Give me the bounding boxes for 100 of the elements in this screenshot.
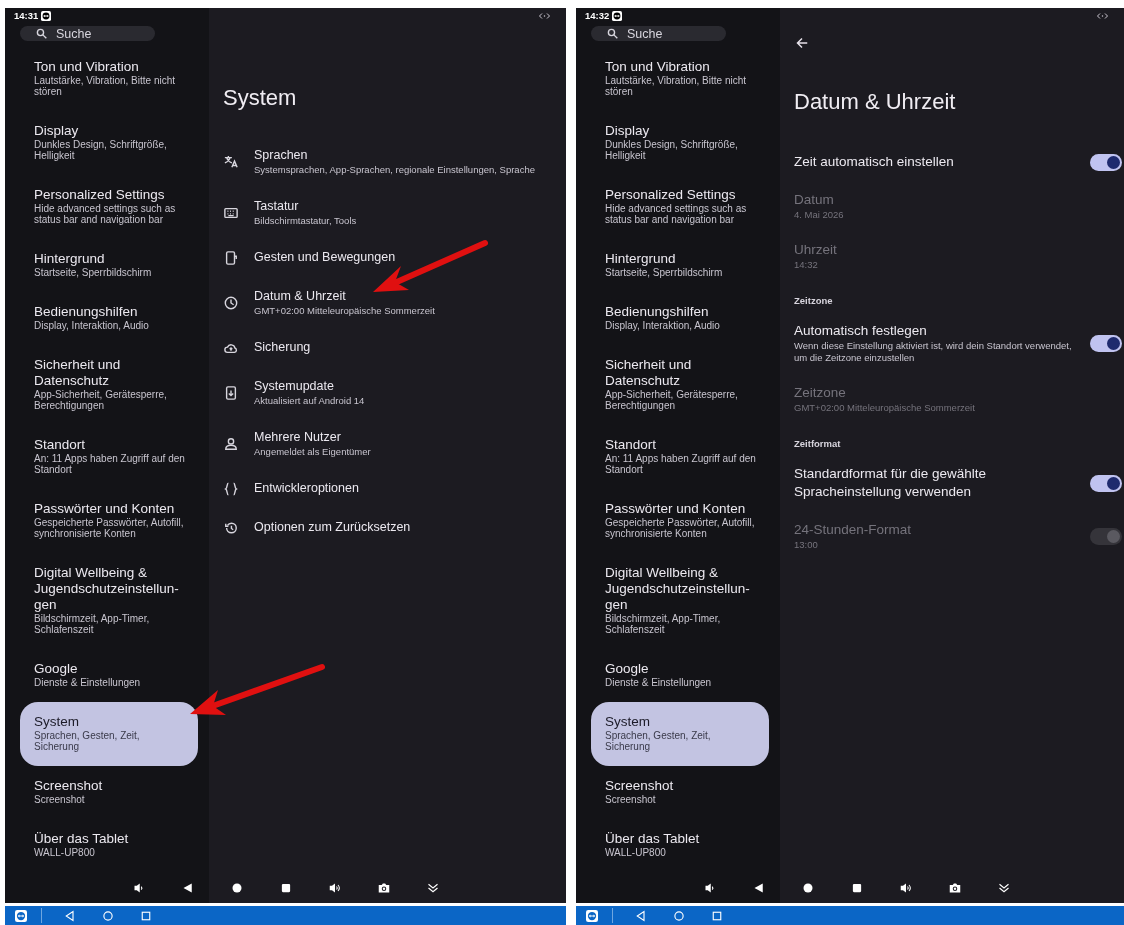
- settings-item[interactable]: Tastatur Bildschirmtastatur, Tools: [223, 187, 564, 238]
- camera-icon[interactable]: [949, 881, 961, 894]
- sidebar-item[interactable]: Ton und Vibration Lautstärke, Vibration, Bitte nicht stören: [20, 47, 198, 111]
- remote-app-icon[interactable]: [586, 909, 598, 922]
- item-title: Datum & Uhrzeit: [254, 288, 347, 305]
- volume-down-icon[interactable]: [133, 881, 145, 894]
- item-summary: Lautstärke, Vibration, Bitte nicht stören: [605, 75, 747, 97]
- volume-down-icon[interactable]: [704, 881, 716, 894]
- setting-summary: 4. Mai 2026: [794, 209, 845, 221]
- sidebar-item[interactable]: Ton und Vibration Lautstärke, Vibration, Bitte nicht stören: [591, 47, 769, 111]
- item-title: Personalized Settings: [34, 187, 166, 203]
- history-icon: [224, 520, 238, 535]
- item-summary: Bildschirmzeit, App-Timer, Schlafenszeit: [34, 613, 151, 635]
- setting-summary: 13:00: [794, 539, 819, 551]
- item-title: Google: [34, 661, 79, 677]
- setting-summary: GMT+02:00 Mitteleuropäische Sommerzeit: [794, 402, 976, 414]
- item-title: Über das Tablet: [34, 831, 130, 847]
- item-title: Digital Wellbeing & Jugendschutzeinstellun-gen: [34, 565, 180, 613]
- settings-item[interactable]: Sprachen Systemsprachen, App-Sprachen, regionale Einstellungen, Sprache: [223, 136, 564, 187]
- item-title: Entwickleroptionen: [254, 480, 359, 497]
- item-summary: Gespeicherte Passwörter, Autofill, synchronisierte Konten: [34, 517, 185, 539]
- sidebar-item[interactable]: Digital Wellbeing & Jugendschutzeinstellun-gen Bildschirmzeit, App-Timer, Schlafenszeit: [591, 553, 769, 649]
- recents-icon[interactable]: [851, 881, 863, 894]
- settings-item[interactable]: Systemupdate Aktualisiert auf Android 14: [223, 367, 564, 418]
- back-icon[interactable]: [796, 37, 808, 49]
- sidebar-item[interactable]: Digital Wellbeing & Jugendschutzeinstellun-gen Bildschirmzeit, App-Timer, Schlafenszeit: [20, 553, 198, 649]
- sidebar-item[interactable]: Google Dienste & Einstellungen: [20, 649, 198, 702]
- settings-item[interactable]: Entwickleroptionen: [223, 469, 564, 508]
- sidebar-item[interactable]: Bedienungshilfen Display, Interaktion, Audio: [20, 292, 198, 345]
- back-icon[interactable]: [753, 881, 765, 894]
- sidebar-item[interactable]: Hintergrund Startseite, Sperrbildschirm: [591, 239, 769, 292]
- item-title: Hintergrund: [34, 251, 106, 267]
- item-summary: Aktualisiert auf Android 14: [254, 395, 365, 407]
- sidebar-item[interactable]: Display Dunkles Design, Schriftgröße, Helligkeit: [591, 111, 769, 175]
- clock-icon: [224, 295, 238, 310]
- chevrons-down-icon[interactable]: [998, 881, 1010, 894]
- sidebar-item[interactable]: Über das Tablet WALL-UP800: [591, 819, 769, 872]
- setting-title: Datum: [794, 191, 835, 209]
- item-summary: Display, Interaktion, Audio: [34, 320, 150, 331]
- item-title: Sprachen: [254, 147, 309, 164]
- item-title: Standort: [605, 437, 658, 453]
- sidebar-item[interactable]: Personalized Settings Hide advanced settings such as status bar and navigation bar: [20, 175, 198, 239]
- home-icon[interactable]: [231, 881, 243, 894]
- item-title: Gesten und Bewegungen: [254, 249, 396, 266]
- item-summary: App-Sicherheit, Gerätesperre, Berechtigungen: [605, 389, 739, 411]
- sidebar-item[interactable]: Hintergrund Startseite, Sperrbildschirm: [20, 239, 198, 292]
- settings-item[interactable]: Sicherung: [223, 328, 564, 367]
- setting-title: 24-Stunden-Format: [794, 521, 913, 539]
- camera-icon[interactable]: [378, 881, 390, 894]
- chevrons-down-icon[interactable]: [427, 881, 439, 894]
- sidebar-item[interactable]: System Sprachen, Gesten, Zeit, Sicherung: [591, 702, 769, 766]
- sidebar-item[interactable]: Sicherheit und Datenschutz App-Sicherheit, Gerätesperre, Berechtigungen: [591, 345, 769, 425]
- sidebar-item[interactable]: Personalized Settings Hide advanced settings such as status bar and navigation bar: [591, 175, 769, 239]
- remote-app-icon[interactable]: [15, 909, 27, 922]
- settings-item[interactable]: Gesten und Bewegungen: [223, 238, 564, 277]
- item-summary: Screenshot: [34, 794, 86, 805]
- sidebar-item[interactable]: Google Dienste & Einstellungen: [591, 649, 769, 702]
- settings-item[interactable]: Optionen zum Zurücksetzen: [223, 508, 564, 547]
- code-icon: [539, 11, 550, 20]
- item-summary: Systemsprachen, App-Sprachen, regionale Einstellungen, Sprache: [254, 164, 535, 176]
- recents-icon[interactable]: [280, 881, 292, 894]
- toggle-switch[interactable]: [1090, 153, 1122, 171]
- item-summary: Hide advanced settings such as status bar and navigation bar: [34, 203, 177, 225]
- keyboard-icon: [224, 205, 238, 220]
- volume-up-icon[interactable]: [900, 881, 912, 894]
- sidebar-item[interactable]: Bedienungshilfen Display, Interaktion, Audio: [591, 292, 769, 345]
- sidebar-item[interactable]: Passwörter und Konten Gespeicherte Passwörter, Autofill, synchronisierte Konten: [20, 489, 198, 553]
- item-summary: Angemeldet als Eigentümer: [254, 446, 371, 458]
- search-field[interactable]: Suche: [20, 26, 155, 41]
- search-field[interactable]: Suche: [591, 26, 726, 41]
- search-icon: [607, 28, 618, 39]
- volume-up-icon[interactable]: [329, 881, 341, 894]
- item-title: System: [605, 714, 651, 730]
- item-title: Bedienungshilfen: [605, 304, 710, 320]
- item-summary: Startseite, Sperrbildschirm: [34, 267, 153, 278]
- settings-item[interactable]: Mehrere Nutzer Angemeldet als Eigentümer: [223, 418, 564, 469]
- item-summary: Gespeicherte Passwörter, Autofill, synchronisierte Konten: [605, 517, 756, 539]
- toggle-switch[interactable]: [1090, 474, 1122, 492]
- item-title: Systemupdate: [254, 378, 335, 395]
- sidebar-item[interactable]: Standort An: 11 Apps haben Zugriff auf den Standort: [20, 425, 198, 489]
- item-summary: WALL-UP800: [34, 847, 96, 858]
- sidebar-item[interactable]: System Sprachen, Gesten, Zeit, Sicherung: [20, 702, 198, 766]
- sidebar-item[interactable]: Screenshot Screenshot: [20, 766, 198, 819]
- item-summary: An: 11 Apps haben Zugriff auf den Standort: [34, 453, 186, 475]
- home-icon[interactable]: [802, 881, 814, 894]
- page-title: System: [223, 85, 298, 111]
- sidebar-item[interactable]: Über das Tablet WALL-UP800: [20, 819, 198, 872]
- translate-icon: [224, 154, 238, 169]
- toggle-switch[interactable]: [1090, 334, 1122, 352]
- settings-item[interactable]: Datum & Uhrzeit GMT+02:00 Mitteleuropäische Sommerzeit: [223, 277, 564, 328]
- remote-app-icon: [41, 10, 52, 21]
- sidebar-item[interactable]: Screenshot Screenshot: [591, 766, 769, 819]
- sidebar-item[interactable]: Sicherheit und Datenschutz App-Sicherheit, Gerätesperre, Berechtigungen: [20, 345, 198, 425]
- item-title: Screenshot: [34, 778, 104, 794]
- sidebar-item[interactable]: Passwörter und Konten Gespeicherte Passwörter, Autofill, synchronisierte Konten: [591, 489, 769, 553]
- sidebar-item[interactable]: Display Dunkles Design, Schriftgröße, Helligkeit: [20, 111, 198, 175]
- back-icon[interactable]: [182, 881, 194, 894]
- sidebar-item[interactable]: Standort An: 11 Apps haben Zugriff auf den Standort: [591, 425, 769, 489]
- item-title: Tastatur: [254, 198, 300, 215]
- item-title: Screenshot: [605, 778, 675, 794]
